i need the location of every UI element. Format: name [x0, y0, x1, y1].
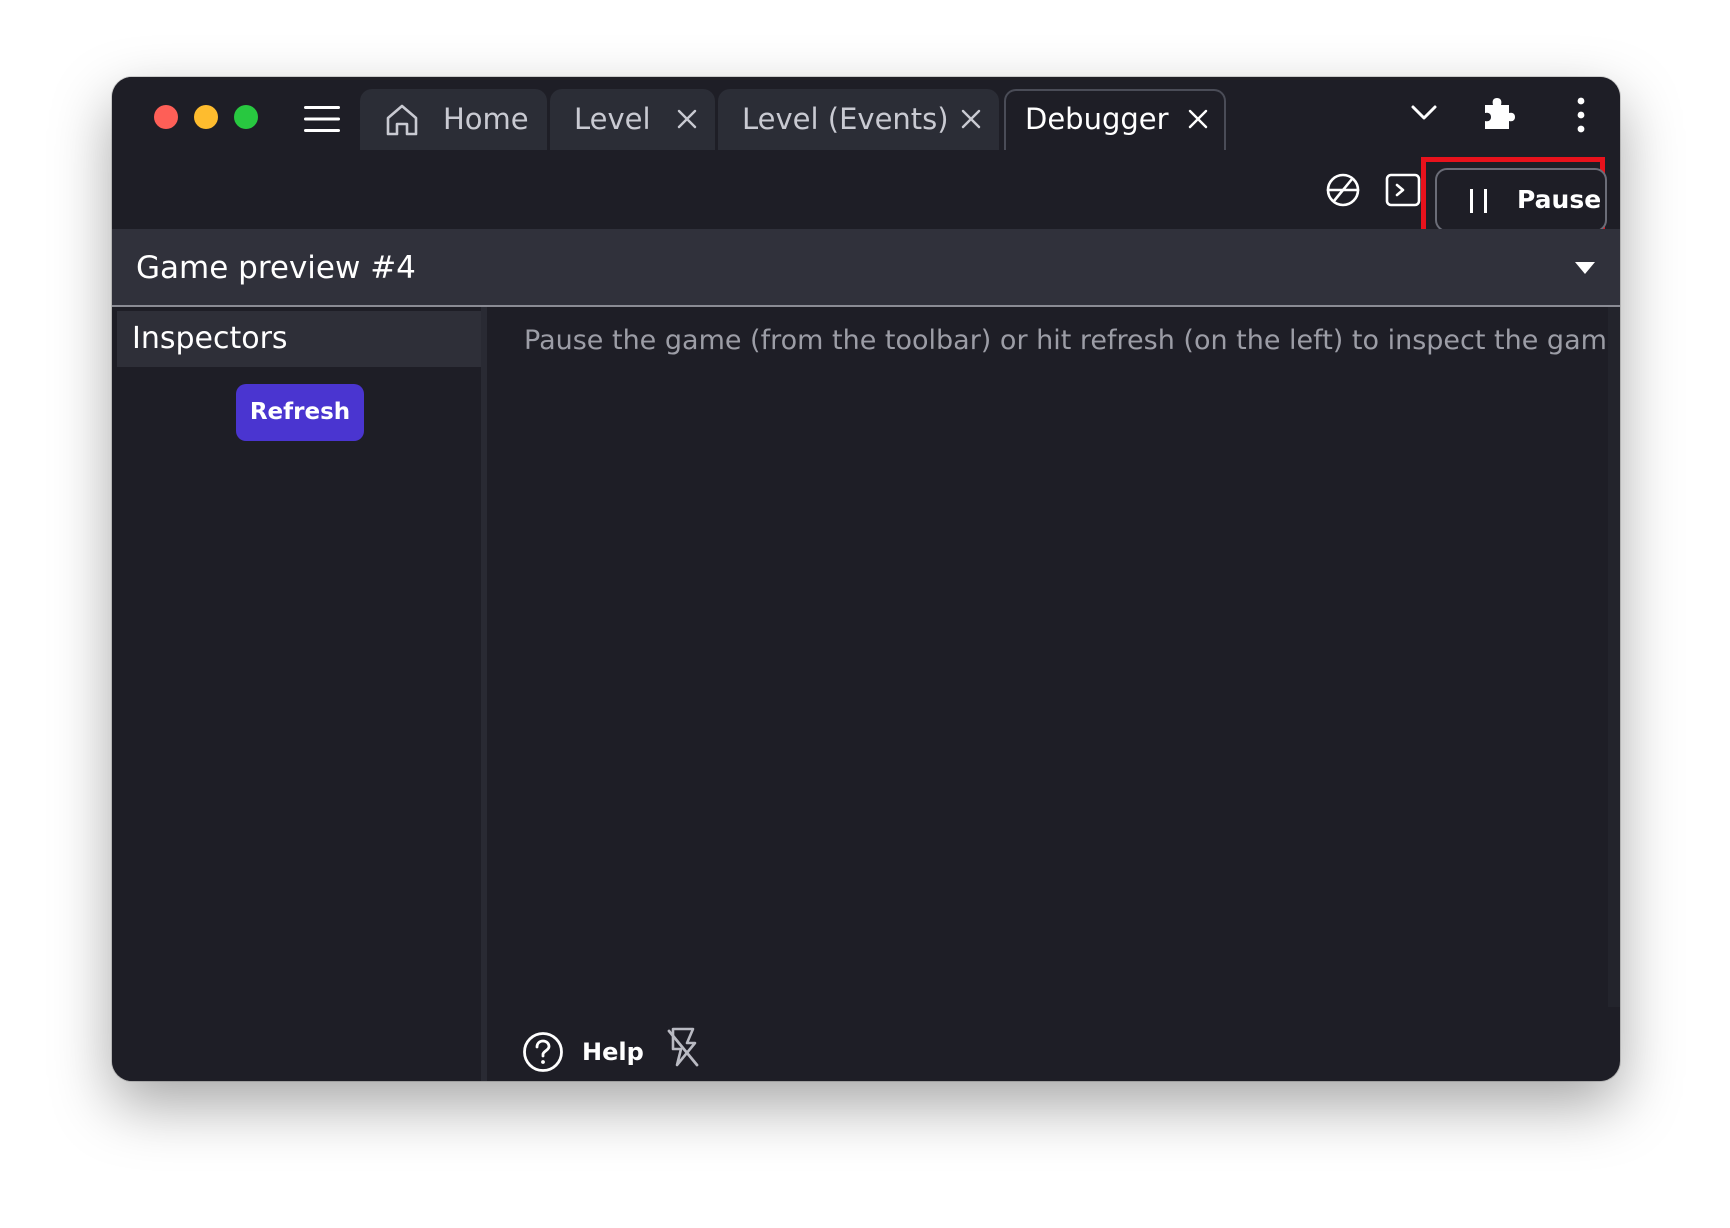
puzzle-icon[interactable] — [1482, 95, 1516, 131]
debugger-window: Home Level Level (Events) Debugger Pause… — [112, 77, 1620, 1081]
inspectors-panel: Inspectors Refresh — [112, 307, 487, 1081]
help-label: Help — [582, 1038, 644, 1066]
inspectors-header: Inspectors — [117, 311, 481, 367]
tab-level[interactable]: Level — [550, 89, 715, 150]
chevron-down-icon[interactable] — [1410, 103, 1438, 123]
close-icon[interactable] — [961, 109, 981, 129]
empty-state-message: Pause the game (from the toolbar) or hit… — [524, 325, 1620, 356]
inspectors-title: Inspectors — [132, 321, 288, 356]
menu-icon[interactable] — [304, 105, 340, 133]
refresh-button[interactable]: Refresh — [236, 384, 364, 441]
inspector-content: Pause the game (from the toolbar) or hit… — [487, 307, 1620, 1081]
tab-level-events[interactable]: Level (Events) — [718, 89, 999, 150]
window-maximize-button[interactable] — [234, 105, 258, 129]
window-close-button[interactable] — [154, 105, 178, 129]
tab-debugger[interactable]: Debugger — [1004, 89, 1226, 150]
tab-label: Level — [574, 102, 651, 136]
network-icon[interactable] — [1325, 172, 1361, 208]
close-icon[interactable] — [1188, 109, 1208, 129]
tab-home[interactable]: Home — [360, 89, 547, 150]
window-minimize-button[interactable] — [194, 105, 218, 129]
game-preview-selector[interactable]: Game preview #4 — [112, 229, 1620, 307]
caret-down-icon — [1575, 262, 1595, 274]
help-icon — [523, 1032, 563, 1072]
hot-reload-off-icon[interactable] — [665, 1025, 701, 1069]
console-icon[interactable] — [1385, 172, 1421, 208]
titlebar: Home Level Level (Events) Debugger — [112, 77, 1620, 150]
pause-icon — [1470, 189, 1487, 213]
tab-label: Home — [443, 102, 529, 136]
pause-button[interactable]: Pause — [1435, 168, 1607, 232]
tab-label: Debugger — [1025, 102, 1169, 136]
more-vertical-icon[interactable] — [1576, 97, 1586, 133]
session-title: Game preview #4 — [136, 250, 416, 286]
scrollbar-track[interactable] — [1608, 307, 1620, 1007]
close-icon[interactable] — [677, 109, 697, 129]
home-icon — [386, 104, 418, 136]
tab-label: Level (Events) — [742, 102, 949, 136]
debugger-toolbar: Pause — [112, 150, 1620, 241]
pause-label: Pause — [1517, 185, 1602, 214]
